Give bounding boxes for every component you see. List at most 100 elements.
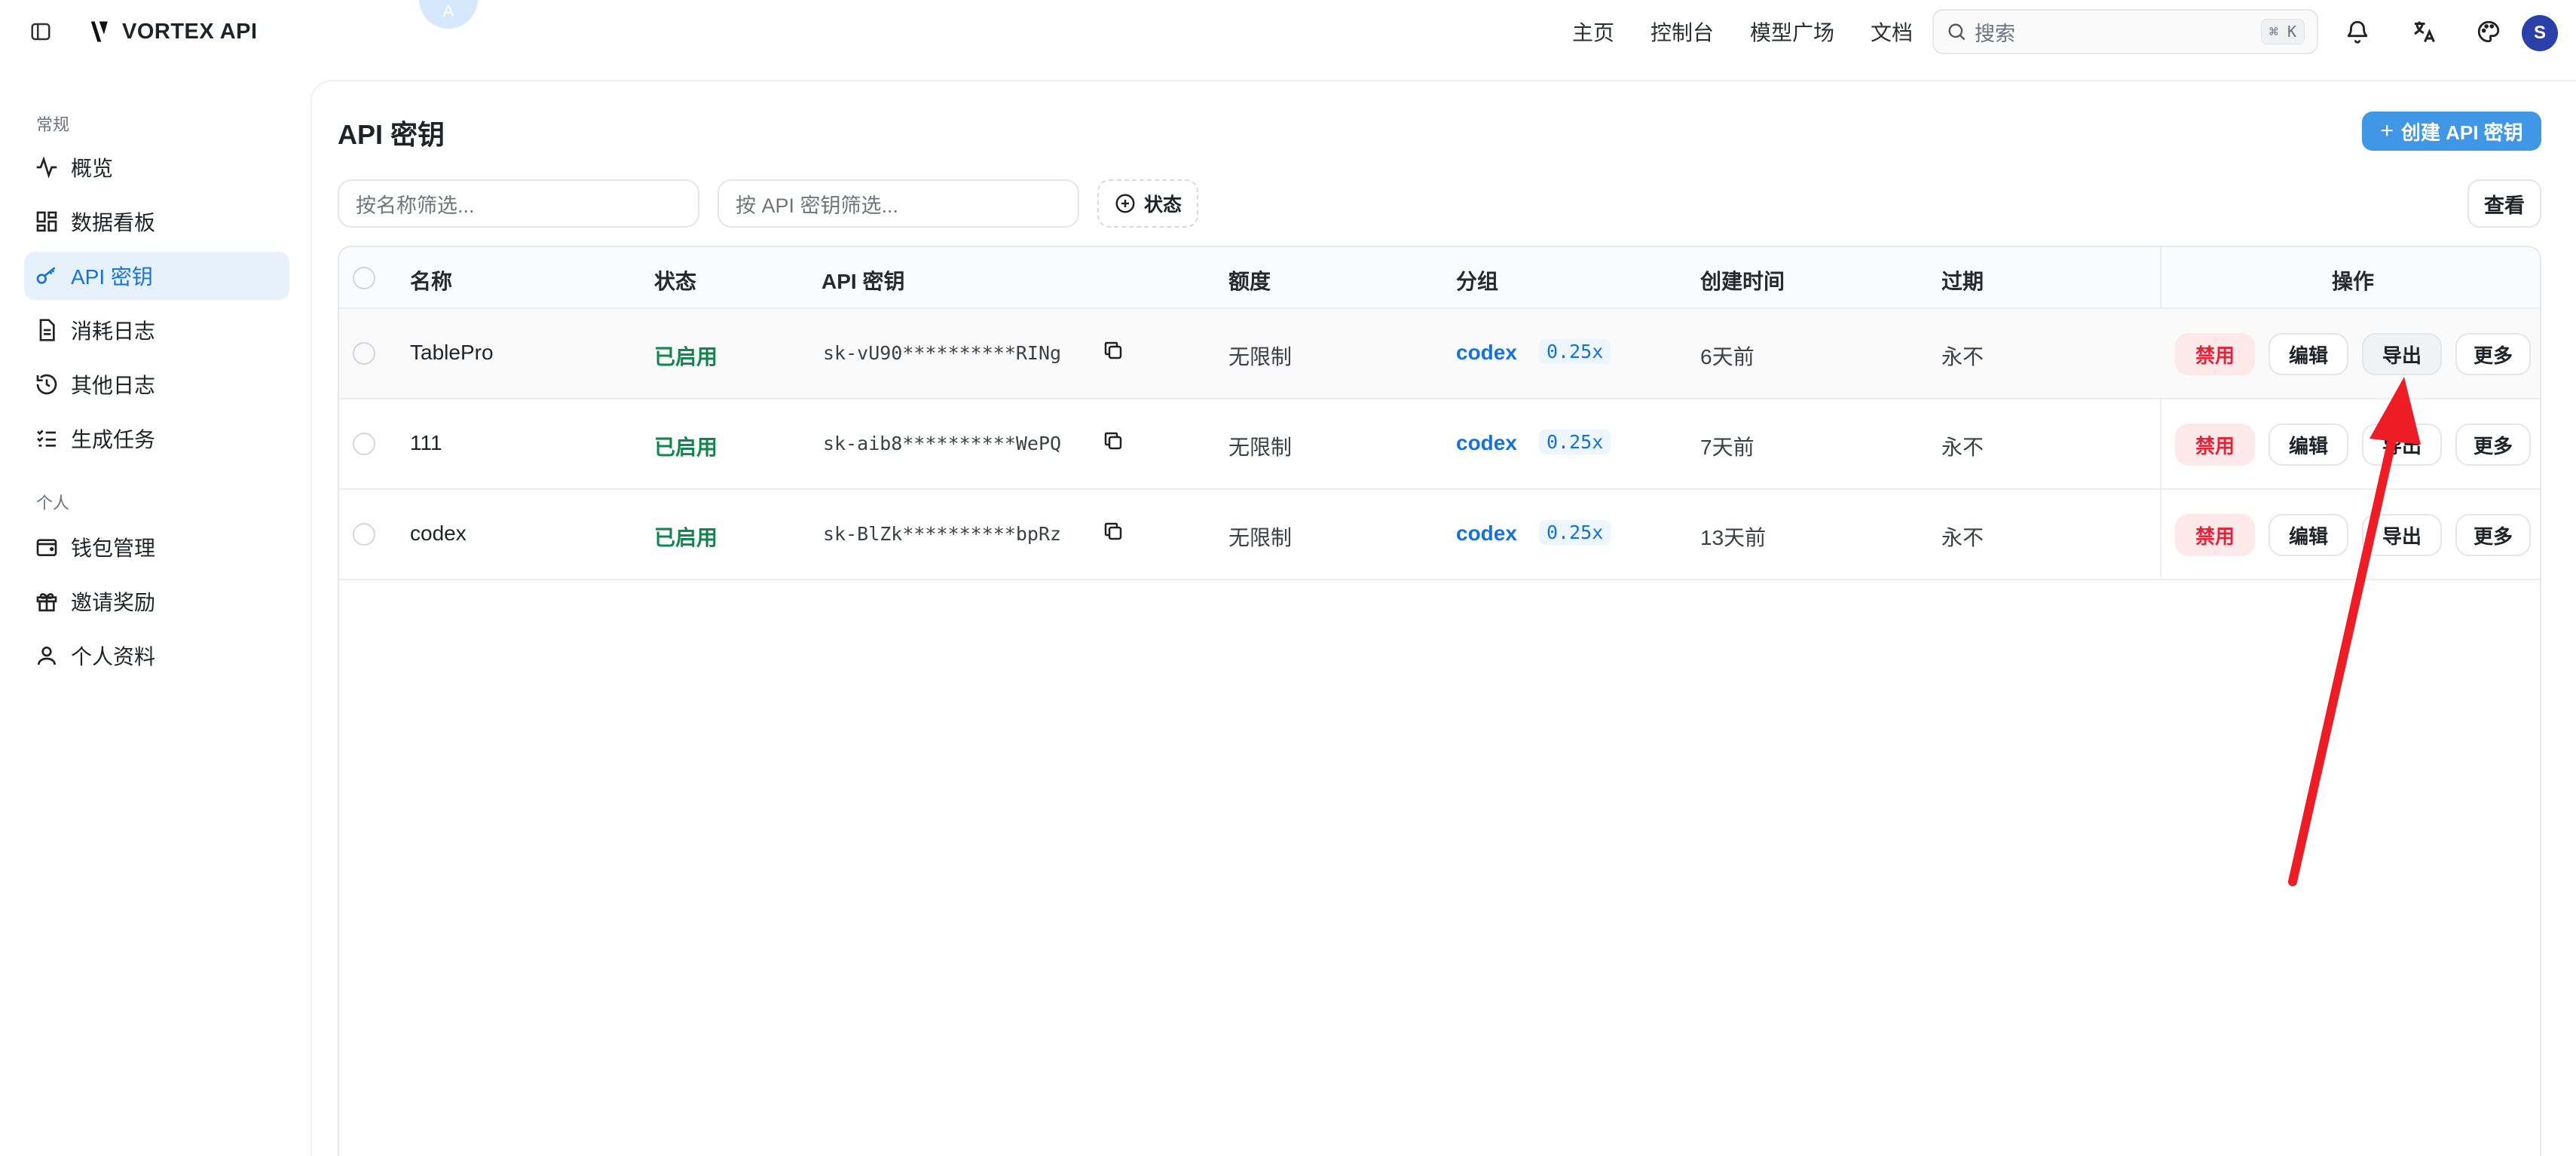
search-placeholder: 搜索 (1975, 22, 2015, 45)
activity-icon (36, 156, 57, 179)
row-checkbox[interactable] (353, 523, 375, 546)
expires-value: 永不 (1941, 345, 1984, 369)
sidebar-item-api-keys[interactable]: API 密钥 (24, 252, 289, 300)
column-header-key[interactable]: API 密钥 (821, 265, 904, 295)
sidebar-item-label: 邀请奖励 (71, 591, 156, 614)
dashboard-icon (36, 211, 57, 232)
sidebar-group-personal: 个人 (36, 494, 70, 512)
top-bar: VORTEX API A 主页 控制台 模型广场 文档 搜索 ⌘ K S (0, 0, 2576, 63)
sidebar-item-label: 概览 (71, 157, 114, 180)
export-button[interactable]: 导出 (2362, 424, 2442, 466)
search-icon (1948, 23, 1966, 41)
plus-icon: + (2380, 118, 2394, 143)
created-time: 7天前 (1700, 436, 1755, 459)
api-key-value: sk-aib8**********WePQ (823, 433, 1062, 454)
palette-icon[interactable] (2474, 17, 2504, 47)
sidebar-item-label: 个人资料 (71, 645, 156, 668)
group-ratio: 0.25x (1539, 520, 1611, 545)
api-keys-table: 名称 状态 API 密钥 额度 分组 创建时间 过期 操作 TablePro 已… (338, 246, 2541, 1156)
copy-icon[interactable] (1102, 339, 1124, 367)
quota-value: 无限制 (1228, 526, 1293, 549)
more-button[interactable]: 更多 (2455, 333, 2531, 375)
column-header-expires[interactable]: 过期 (1941, 265, 1984, 295)
sidebar-item-label: 消耗日志 (71, 320, 156, 343)
column-header-group[interactable]: 分组 (1456, 265, 1498, 295)
column-header-name[interactable]: 名称 (410, 265, 452, 295)
row-checkbox[interactable] (353, 433, 375, 455)
user-icon (38, 647, 56, 665)
translate-badge[interactable]: A (419, 0, 478, 29)
search-input[interactable]: 搜索 ⌘ K (1932, 9, 2318, 54)
sidebar-item-label: API 密钥 (71, 265, 153, 289)
view-options-button[interactable]: 查看 (2467, 179, 2541, 228)
expires-value: 永不 (1941, 526, 1984, 549)
avatar[interactable]: S (2522, 15, 2558, 51)
sidebar-toggle-icon[interactable] (27, 18, 54, 45)
wallet-icon (36, 539, 57, 556)
more-button[interactable]: 更多 (2455, 514, 2531, 556)
export-button[interactable]: 导出 (2362, 333, 2442, 375)
name-filter-input[interactable]: 按名称筛选... (338, 179, 699, 228)
group-ratio: 0.25x (1539, 339, 1611, 364)
column-header-status[interactable]: 状态 (654, 265, 696, 295)
sidebar-item-other-logs[interactable]: 其他日志 (24, 360, 289, 408)
copy-icon[interactable] (1102, 520, 1124, 548)
key-name: 111 (410, 431, 442, 454)
name-filter-placeholder: 按名称筛选... (356, 194, 475, 217)
column-header-actions: 操作 (2332, 270, 2375, 293)
search-shortcut: ⌘ K (2260, 19, 2305, 44)
list-check-icon (37, 430, 56, 447)
sidebar-group-general: 常规 (36, 115, 70, 134)
sidebar-item-tasks[interactable]: 生成任务 (24, 414, 289, 463)
disable-button[interactable]: 禁用 (2175, 514, 2255, 556)
sidebar-item-overview[interactable]: 概览 (24, 143, 289, 191)
nav-home[interactable]: 主页 (1572, 17, 1614, 47)
file-icon (39, 319, 55, 341)
sidebar-item-dashboard[interactable]: 数据看板 (24, 197, 289, 246)
table-row: 111 已启用 sk-aib8**********WePQ 无限制 codex … (339, 399, 2540, 490)
brand[interactable]: VORTEX API (89, 15, 258, 48)
sidebar: 常规 概览 数据看板 API 密钥 消耗日志 其他日志 生成任务 个人 钱包管理… (0, 63, 309, 1156)
bell-icon[interactable] (2342, 17, 2373, 47)
sidebar-item-usage-logs[interactable]: 消耗日志 (24, 306, 289, 354)
nav-docs[interactable]: 文档 (1871, 17, 1913, 47)
edit-button[interactable]: 编辑 (2269, 333, 2348, 375)
nav-console[interactable]: 控制台 (1651, 17, 1714, 47)
group-ratio: 0.25x (1539, 430, 1611, 454)
sidebar-item-wallet[interactable]: 钱包管理 (24, 523, 289, 571)
edit-button[interactable]: 编辑 (2269, 514, 2348, 556)
more-button[interactable]: 更多 (2455, 424, 2531, 466)
group-name: codex (1456, 521, 1517, 545)
top-nav: 主页 控制台 模型广场 文档 (1572, 15, 1913, 48)
status-badge: 已启用 (654, 526, 718, 549)
translate-icon[interactable] (2409, 17, 2439, 47)
disable-button[interactable]: 禁用 (2175, 424, 2255, 466)
key-name: codex (410, 521, 467, 545)
status-filter-button[interactable]: 状态 (1097, 179, 1198, 228)
copy-icon[interactable] (1102, 430, 1124, 457)
row-checkbox[interactable] (353, 342, 375, 365)
edit-button[interactable]: 编辑 (2269, 424, 2348, 466)
export-button[interactable]: 导出 (2362, 514, 2442, 556)
sidebar-item-rewards[interactable]: 邀请奖励 (24, 577, 289, 625)
badge-text: A (442, 2, 454, 20)
group-name: codex (1456, 341, 1517, 364)
history-icon (36, 374, 57, 395)
sidebar-item-profile[interactable]: 个人资料 (24, 632, 289, 680)
key-filter-input[interactable]: 按 API 密钥筛选... (717, 179, 1079, 228)
sidebar-item-label: 其他日志 (71, 374, 156, 397)
nav-models[interactable]: 模型广场 (1750, 17, 1834, 47)
column-header-created[interactable]: 创建时间 (1700, 265, 1785, 295)
api-key-value: sk-vU90**********RINg (823, 342, 1062, 364)
gift-icon (36, 593, 57, 612)
page-title: API 密钥 (338, 119, 445, 150)
expires-value: 永不 (1941, 436, 1984, 459)
table-row: codex 已启用 sk-BlZk**********bpRz 无限制 code… (339, 490, 2540, 580)
status-filter-label: 状态 (1143, 194, 1182, 216)
status-badge: 已启用 (654, 436, 718, 459)
create-api-key-button[interactable]: + 创建 API 密钥 (2362, 112, 2541, 151)
api-key-value: sk-BlZk**********bpRz (823, 523, 1062, 545)
disable-button[interactable]: 禁用 (2175, 333, 2255, 375)
column-header-quota[interactable]: 额度 (1228, 265, 1271, 295)
select-all-checkbox[interactable] (353, 267, 375, 289)
